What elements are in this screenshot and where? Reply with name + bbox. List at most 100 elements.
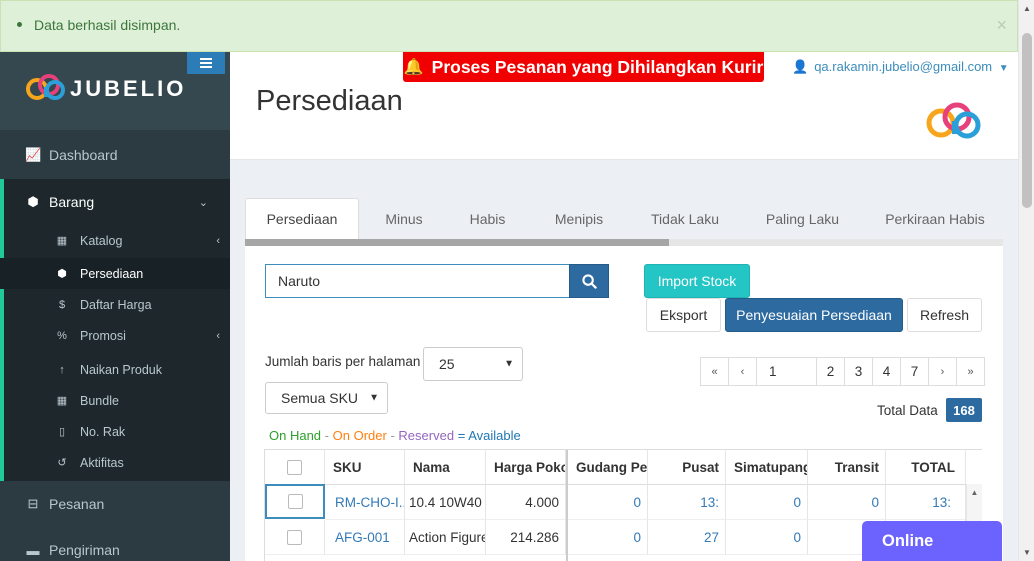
search-button[interactable] [569,264,609,298]
cost-price-cell: 4.000 [486,485,566,520]
row-checkbox[interactable] [287,529,302,545]
cubes-icon: ⬢ [27,194,39,209]
online-chat-widget[interactable]: Online [862,521,1002,561]
close-alert-button[interactable]: × [996,15,1007,36]
total-data-badge: 168 [946,398,982,422]
transit-stock-link[interactable]: 0 [808,485,886,520]
first-page-button[interactable]: « [700,357,729,386]
refresh-button[interactable]: Refresh [907,298,982,332]
legend-reserved: Reserved [398,428,455,443]
column-header-total[interactable]: TOTAL [886,450,966,485]
menu-toggle-button[interactable] [187,52,225,74]
current-page-input[interactable]: 1 [756,357,817,386]
legend-separator: - [324,428,330,443]
column-header-simatupang[interactable]: Simatupang [726,450,808,485]
column-header-harga-pokok[interactable]: Harga Pokok [486,450,566,485]
scroll-up-icon[interactable]: ▲ [1023,4,1031,13]
user-menu[interactable]: 👤 qa.rakamin.jubelio@gmail.com ▼ [792,59,1009,75]
rows-per-page-select[interactable]: 25 ▼ [423,347,523,381]
banner-text: Proses Pesanan yang Dihilangkan Kurir [431,56,764,77]
sidebar-item-aktifitas[interactable]: ↺ Aktifitas [0,447,230,478]
scrollbar-thumb[interactable] [1022,33,1032,208]
caret-down-icon: ▼ [998,63,1009,74]
tab-minus[interactable]: Minus [363,198,445,239]
row-select-cell[interactable] [265,520,325,555]
row-checkbox[interactable] [287,494,303,509]
search-input[interactable] [265,264,571,298]
chevron-down-icon: ⌄ [198,196,208,209]
sidebar: JUBELIO 📈 Dashboard ⬢ Barang ⌄ ▦ Katalog… [0,52,230,561]
select-all-checkbox[interactable] [287,459,302,475]
tab-paling-laku[interactable]: Paling Laku [750,198,855,239]
tabs-scrollbar-thumb[interactable] [245,239,670,246]
column-header-sku[interactable]: SKU [325,450,405,485]
page-button[interactable]: 4 [872,357,901,386]
tab-perkiraan-habis[interactable]: Perkiraan Habis [870,198,1000,239]
sidebar-item-label: Aktifitas [80,455,124,470]
sidebar-item-label: Bundle [80,393,119,408]
row-select-cell[interactable] [265,484,325,519]
scroll-up-icon: ▲ [970,488,979,497]
main-content: 🔔 Proses Pesanan yang Dihilangkan Kurir … [230,52,1018,561]
sidebar-item-daftar-harga[interactable]: $ Daftar Harga [0,289,230,320]
sidebar-item-label: Barang [49,194,95,210]
sidebar-item-persediaan[interactable]: ⬢ Persediaan [0,258,230,289]
prev-page-button[interactable]: ‹ [728,357,757,386]
page-button[interactable]: 7 [900,357,929,386]
legend-equals: = [457,428,466,443]
sidebar-item-promosi[interactable]: % Promosi ‹ [0,320,230,351]
tab-menipis[interactable]: Menipis [535,198,623,239]
tab-habis[interactable]: Habis [450,198,525,239]
export-button[interactable]: Eksport [646,298,721,332]
sidebar-item-no-rak[interactable]: ▯ No. Rak [0,416,230,447]
chevron-left-icon: ‹ [216,234,220,247]
next-page-button[interactable]: › [928,357,957,386]
sku-link[interactable]: AFG-001 [325,520,405,555]
sidebar-item-pesanan[interactable]: ⊟ Pesanan [0,481,230,527]
column-header-transit[interactable]: Transit [808,450,886,485]
hamburger-icon [200,62,212,64]
column-header-nama[interactable]: Nama [405,450,486,485]
last-page-button[interactable]: » [956,357,985,386]
shopping-basket-icon: ⊟ [27,496,39,511]
tab-persediaan[interactable]: Persediaan [245,198,359,239]
bell-icon: 🔔 [403,59,424,76]
scroll-down-icon[interactable]: ▼ [1023,548,1031,557]
rows-per-page-label: Jumlah baris per halaman [265,354,421,369]
sku-filter-select[interactable]: Semua SKU ▼ [265,382,388,414]
stock-adjustment-button[interactable]: Penyesuaian Persediaan [725,298,903,332]
pagination: « ‹ 1 2 3 4 7 › » [700,357,985,386]
sku-link[interactable]: RM-CHO-I... [325,485,405,520]
sidebar-item-naikan-produk[interactable]: ↑ Naikan Produk [0,354,230,385]
pusat-stock-link[interactable]: 13: [648,485,726,520]
sidebar-item-bundle[interactable]: ▦ Bundle [0,385,230,416]
warehouse-stock-link[interactable]: 0 [568,485,648,520]
stock-tabs: Persediaan Minus Habis Menipis Tidak Lak… [245,198,1003,240]
total-stock-link[interactable]: 13: [886,485,966,520]
page-button[interactable]: 2 [816,357,845,386]
page-button[interactable]: 3 [844,357,873,386]
column-header-gudang[interactable]: Gudang Pe [568,450,648,485]
sidebar-item-katalog[interactable]: ▦ Katalog ‹ [0,225,230,256]
chevron-down-icon: ▼ [504,358,514,370]
cubes-icon: ⬢ [57,268,67,280]
page-title: Persediaan [256,85,403,117]
sidebar-item-dashboard[interactable]: 📈 Dashboard [0,132,230,178]
import-stock-button[interactable]: Import Stock [644,264,750,298]
simatupang-stock-link[interactable]: 0 [726,520,808,555]
column-header-pusat[interactable]: Pusat [648,450,726,485]
bookmark-icon: ▯ [58,426,66,438]
pusat-stock-link[interactable]: 27 [648,520,726,555]
logo-area: JUBELIO [0,52,230,130]
lost-orders-banner[interactable]: 🔔 Proses Pesanan yang Dihilangkan Kurir [403,52,764,82]
tab-tidak-laku[interactable]: Tidak Laku [635,198,735,239]
legend-on-order: On Order [332,428,387,443]
tabs-scrollbar[interactable] [245,239,1003,246]
chevron-down-icon: ▼ [369,392,379,404]
sidebar-item-pengiriman[interactable]: ▬ Pengiriman [0,527,230,561]
select-all-header [265,450,325,485]
page-scrollbar[interactable]: ▲ ▼ [1018,0,1034,561]
sidebar-item-barang[interactable]: ⬢ Barang ⌄ [0,179,230,225]
simatupang-stock-link[interactable]: 0 [726,485,808,520]
warehouse-stock-link[interactable]: 0 [568,520,648,555]
